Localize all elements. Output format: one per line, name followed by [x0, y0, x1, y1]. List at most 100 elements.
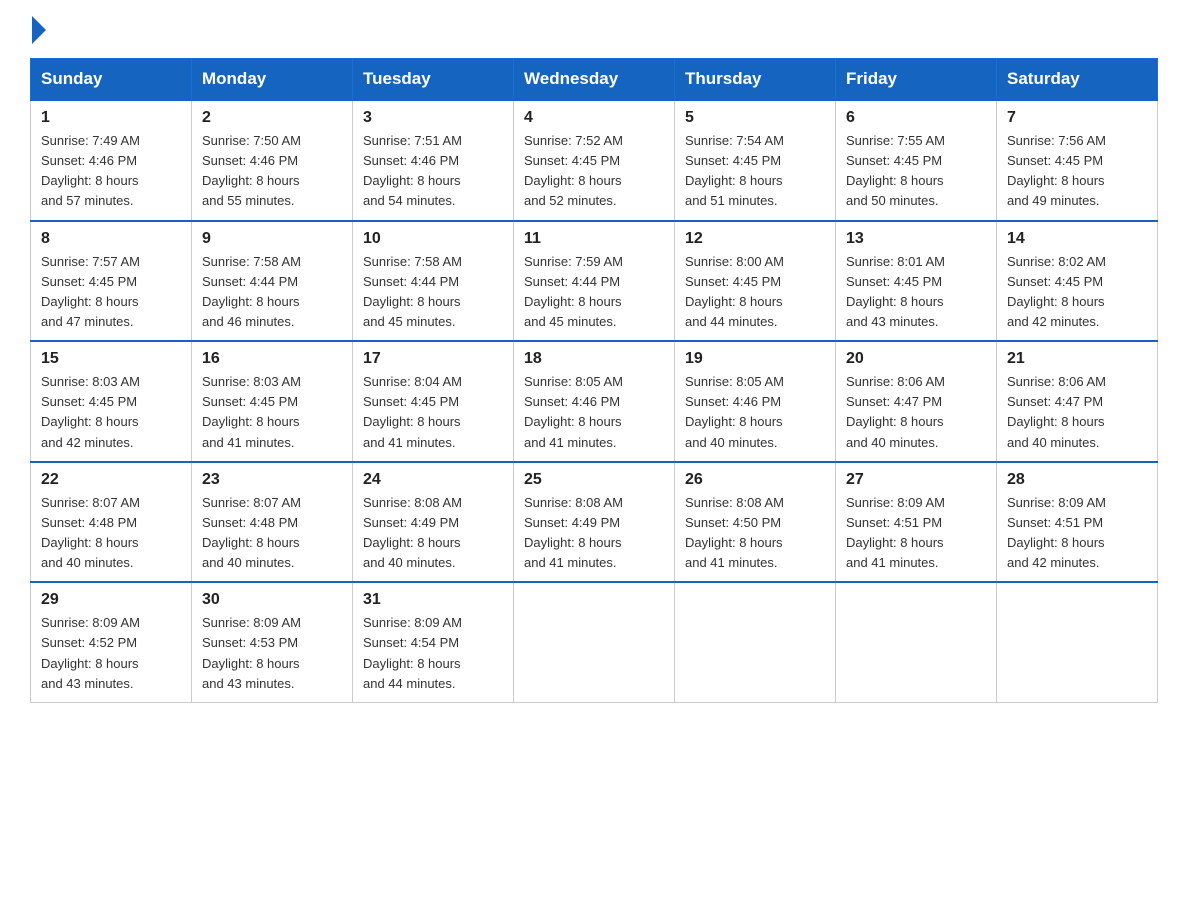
day-info: Sunrise: 7:57 AM Sunset: 4:45 PM Dayligh…	[41, 252, 181, 333]
day-info: Sunrise: 7:59 AM Sunset: 4:44 PM Dayligh…	[524, 252, 664, 333]
day-number: 27	[846, 471, 986, 489]
day-info: Sunrise: 7:54 AM Sunset: 4:45 PM Dayligh…	[685, 131, 825, 212]
day-info: Sunrise: 8:09 AM Sunset: 4:51 PM Dayligh…	[1007, 493, 1147, 574]
day-info: Sunrise: 8:00 AM Sunset: 4:45 PM Dayligh…	[685, 252, 825, 333]
day-number: 24	[363, 471, 503, 489]
day-cell-24: 24 Sunrise: 8:08 AM Sunset: 4:49 PM Dayl…	[353, 462, 514, 583]
weekday-header-saturday: Saturday	[997, 59, 1158, 101]
day-info: Sunrise: 8:07 AM Sunset: 4:48 PM Dayligh…	[41, 493, 181, 574]
day-info: Sunrise: 7:52 AM Sunset: 4:45 PM Dayligh…	[524, 131, 664, 212]
day-number: 11	[524, 230, 664, 248]
day-number: 26	[685, 471, 825, 489]
week-row-2: 8 Sunrise: 7:57 AM Sunset: 4:45 PM Dayli…	[31, 221, 1158, 342]
day-info: Sunrise: 8:02 AM Sunset: 4:45 PM Dayligh…	[1007, 252, 1147, 333]
logo-triangle-icon	[32, 16, 46, 44]
day-number: 9	[202, 230, 342, 248]
day-cell-30: 30 Sunrise: 8:09 AM Sunset: 4:53 PM Dayl…	[192, 582, 353, 702]
day-number: 30	[202, 591, 342, 609]
day-cell-18: 18 Sunrise: 8:05 AM Sunset: 4:46 PM Dayl…	[514, 341, 675, 462]
day-info: Sunrise: 8:01 AM Sunset: 4:45 PM Dayligh…	[846, 252, 986, 333]
day-info: Sunrise: 7:50 AM Sunset: 4:46 PM Dayligh…	[202, 131, 342, 212]
day-info: Sunrise: 8:09 AM Sunset: 4:51 PM Dayligh…	[846, 493, 986, 574]
empty-day-cell	[997, 582, 1158, 702]
day-cell-4: 4 Sunrise: 7:52 AM Sunset: 4:45 PM Dayli…	[514, 100, 675, 221]
logo	[30, 20, 46, 38]
day-cell-1: 1 Sunrise: 7:49 AM Sunset: 4:46 PM Dayli…	[31, 100, 192, 221]
day-number: 18	[524, 350, 664, 368]
day-number: 12	[685, 230, 825, 248]
day-info: Sunrise: 7:51 AM Sunset: 4:46 PM Dayligh…	[363, 131, 503, 212]
day-number: 31	[363, 591, 503, 609]
day-cell-16: 16 Sunrise: 8:03 AM Sunset: 4:45 PM Dayl…	[192, 341, 353, 462]
day-info: Sunrise: 8:03 AM Sunset: 4:45 PM Dayligh…	[202, 372, 342, 453]
day-cell-5: 5 Sunrise: 7:54 AM Sunset: 4:45 PM Dayli…	[675, 100, 836, 221]
day-info: Sunrise: 8:09 AM Sunset: 4:54 PM Dayligh…	[363, 613, 503, 694]
day-number: 4	[524, 109, 664, 127]
day-info: Sunrise: 8:05 AM Sunset: 4:46 PM Dayligh…	[524, 372, 664, 453]
day-cell-28: 28 Sunrise: 8:09 AM Sunset: 4:51 PM Dayl…	[997, 462, 1158, 583]
day-cell-12: 12 Sunrise: 8:00 AM Sunset: 4:45 PM Dayl…	[675, 221, 836, 342]
day-number: 16	[202, 350, 342, 368]
day-info: Sunrise: 8:05 AM Sunset: 4:46 PM Dayligh…	[685, 372, 825, 453]
week-row-3: 15 Sunrise: 8:03 AM Sunset: 4:45 PM Dayl…	[31, 341, 1158, 462]
day-info: Sunrise: 7:58 AM Sunset: 4:44 PM Dayligh…	[363, 252, 503, 333]
day-cell-25: 25 Sunrise: 8:08 AM Sunset: 4:49 PM Dayl…	[514, 462, 675, 583]
weekday-header-thursday: Thursday	[675, 59, 836, 101]
day-number: 21	[1007, 350, 1147, 368]
day-cell-11: 11 Sunrise: 7:59 AM Sunset: 4:44 PM Dayl…	[514, 221, 675, 342]
day-number: 29	[41, 591, 181, 609]
day-info: Sunrise: 8:08 AM Sunset: 4:49 PM Dayligh…	[363, 493, 503, 574]
day-cell-26: 26 Sunrise: 8:08 AM Sunset: 4:50 PM Dayl…	[675, 462, 836, 583]
day-info: Sunrise: 8:07 AM Sunset: 4:48 PM Dayligh…	[202, 493, 342, 574]
day-info: Sunrise: 8:08 AM Sunset: 4:50 PM Dayligh…	[685, 493, 825, 574]
day-number: 1	[41, 109, 181, 127]
weekday-header-wednesday: Wednesday	[514, 59, 675, 101]
day-number: 2	[202, 109, 342, 127]
day-number: 19	[685, 350, 825, 368]
day-number: 22	[41, 471, 181, 489]
day-cell-27: 27 Sunrise: 8:09 AM Sunset: 4:51 PM Dayl…	[836, 462, 997, 583]
calendar-table: SundayMondayTuesdayWednesdayThursdayFrid…	[30, 58, 1158, 703]
weekday-header-row: SundayMondayTuesdayWednesdayThursdayFrid…	[31, 59, 1158, 101]
day-info: Sunrise: 7:49 AM Sunset: 4:46 PM Dayligh…	[41, 131, 181, 212]
day-number: 5	[685, 109, 825, 127]
day-cell-6: 6 Sunrise: 7:55 AM Sunset: 4:45 PM Dayli…	[836, 100, 997, 221]
day-number: 3	[363, 109, 503, 127]
page-header	[30, 20, 1158, 38]
day-info: Sunrise: 7:55 AM Sunset: 4:45 PM Dayligh…	[846, 131, 986, 212]
day-cell-19: 19 Sunrise: 8:05 AM Sunset: 4:46 PM Dayl…	[675, 341, 836, 462]
day-number: 7	[1007, 109, 1147, 127]
day-info: Sunrise: 8:09 AM Sunset: 4:52 PM Dayligh…	[41, 613, 181, 694]
day-cell-22: 22 Sunrise: 8:07 AM Sunset: 4:48 PM Dayl…	[31, 462, 192, 583]
day-cell-23: 23 Sunrise: 8:07 AM Sunset: 4:48 PM Dayl…	[192, 462, 353, 583]
day-info: Sunrise: 8:06 AM Sunset: 4:47 PM Dayligh…	[1007, 372, 1147, 453]
day-cell-21: 21 Sunrise: 8:06 AM Sunset: 4:47 PM Dayl…	[997, 341, 1158, 462]
day-cell-13: 13 Sunrise: 8:01 AM Sunset: 4:45 PM Dayl…	[836, 221, 997, 342]
day-number: 14	[1007, 230, 1147, 248]
day-number: 28	[1007, 471, 1147, 489]
empty-day-cell	[514, 582, 675, 702]
day-cell-17: 17 Sunrise: 8:04 AM Sunset: 4:45 PM Dayl…	[353, 341, 514, 462]
day-number: 6	[846, 109, 986, 127]
weekday-header-tuesday: Tuesday	[353, 59, 514, 101]
day-number: 20	[846, 350, 986, 368]
weekday-header-friday: Friday	[836, 59, 997, 101]
day-info: Sunrise: 8:06 AM Sunset: 4:47 PM Dayligh…	[846, 372, 986, 453]
day-number: 8	[41, 230, 181, 248]
day-cell-15: 15 Sunrise: 8:03 AM Sunset: 4:45 PM Dayl…	[31, 341, 192, 462]
day-number: 10	[363, 230, 503, 248]
week-row-5: 29 Sunrise: 8:09 AM Sunset: 4:52 PM Dayl…	[31, 582, 1158, 702]
day-info: Sunrise: 8:09 AM Sunset: 4:53 PM Dayligh…	[202, 613, 342, 694]
day-cell-29: 29 Sunrise: 8:09 AM Sunset: 4:52 PM Dayl…	[31, 582, 192, 702]
day-info: Sunrise: 8:03 AM Sunset: 4:45 PM Dayligh…	[41, 372, 181, 453]
day-cell-10: 10 Sunrise: 7:58 AM Sunset: 4:44 PM Dayl…	[353, 221, 514, 342]
week-row-4: 22 Sunrise: 8:07 AM Sunset: 4:48 PM Dayl…	[31, 462, 1158, 583]
day-info: Sunrise: 7:58 AM Sunset: 4:44 PM Dayligh…	[202, 252, 342, 333]
day-number: 15	[41, 350, 181, 368]
day-cell-7: 7 Sunrise: 7:56 AM Sunset: 4:45 PM Dayli…	[997, 100, 1158, 221]
day-number: 25	[524, 471, 664, 489]
day-cell-31: 31 Sunrise: 8:09 AM Sunset: 4:54 PM Dayl…	[353, 582, 514, 702]
empty-day-cell	[836, 582, 997, 702]
day-number: 17	[363, 350, 503, 368]
weekday-header-sunday: Sunday	[31, 59, 192, 101]
